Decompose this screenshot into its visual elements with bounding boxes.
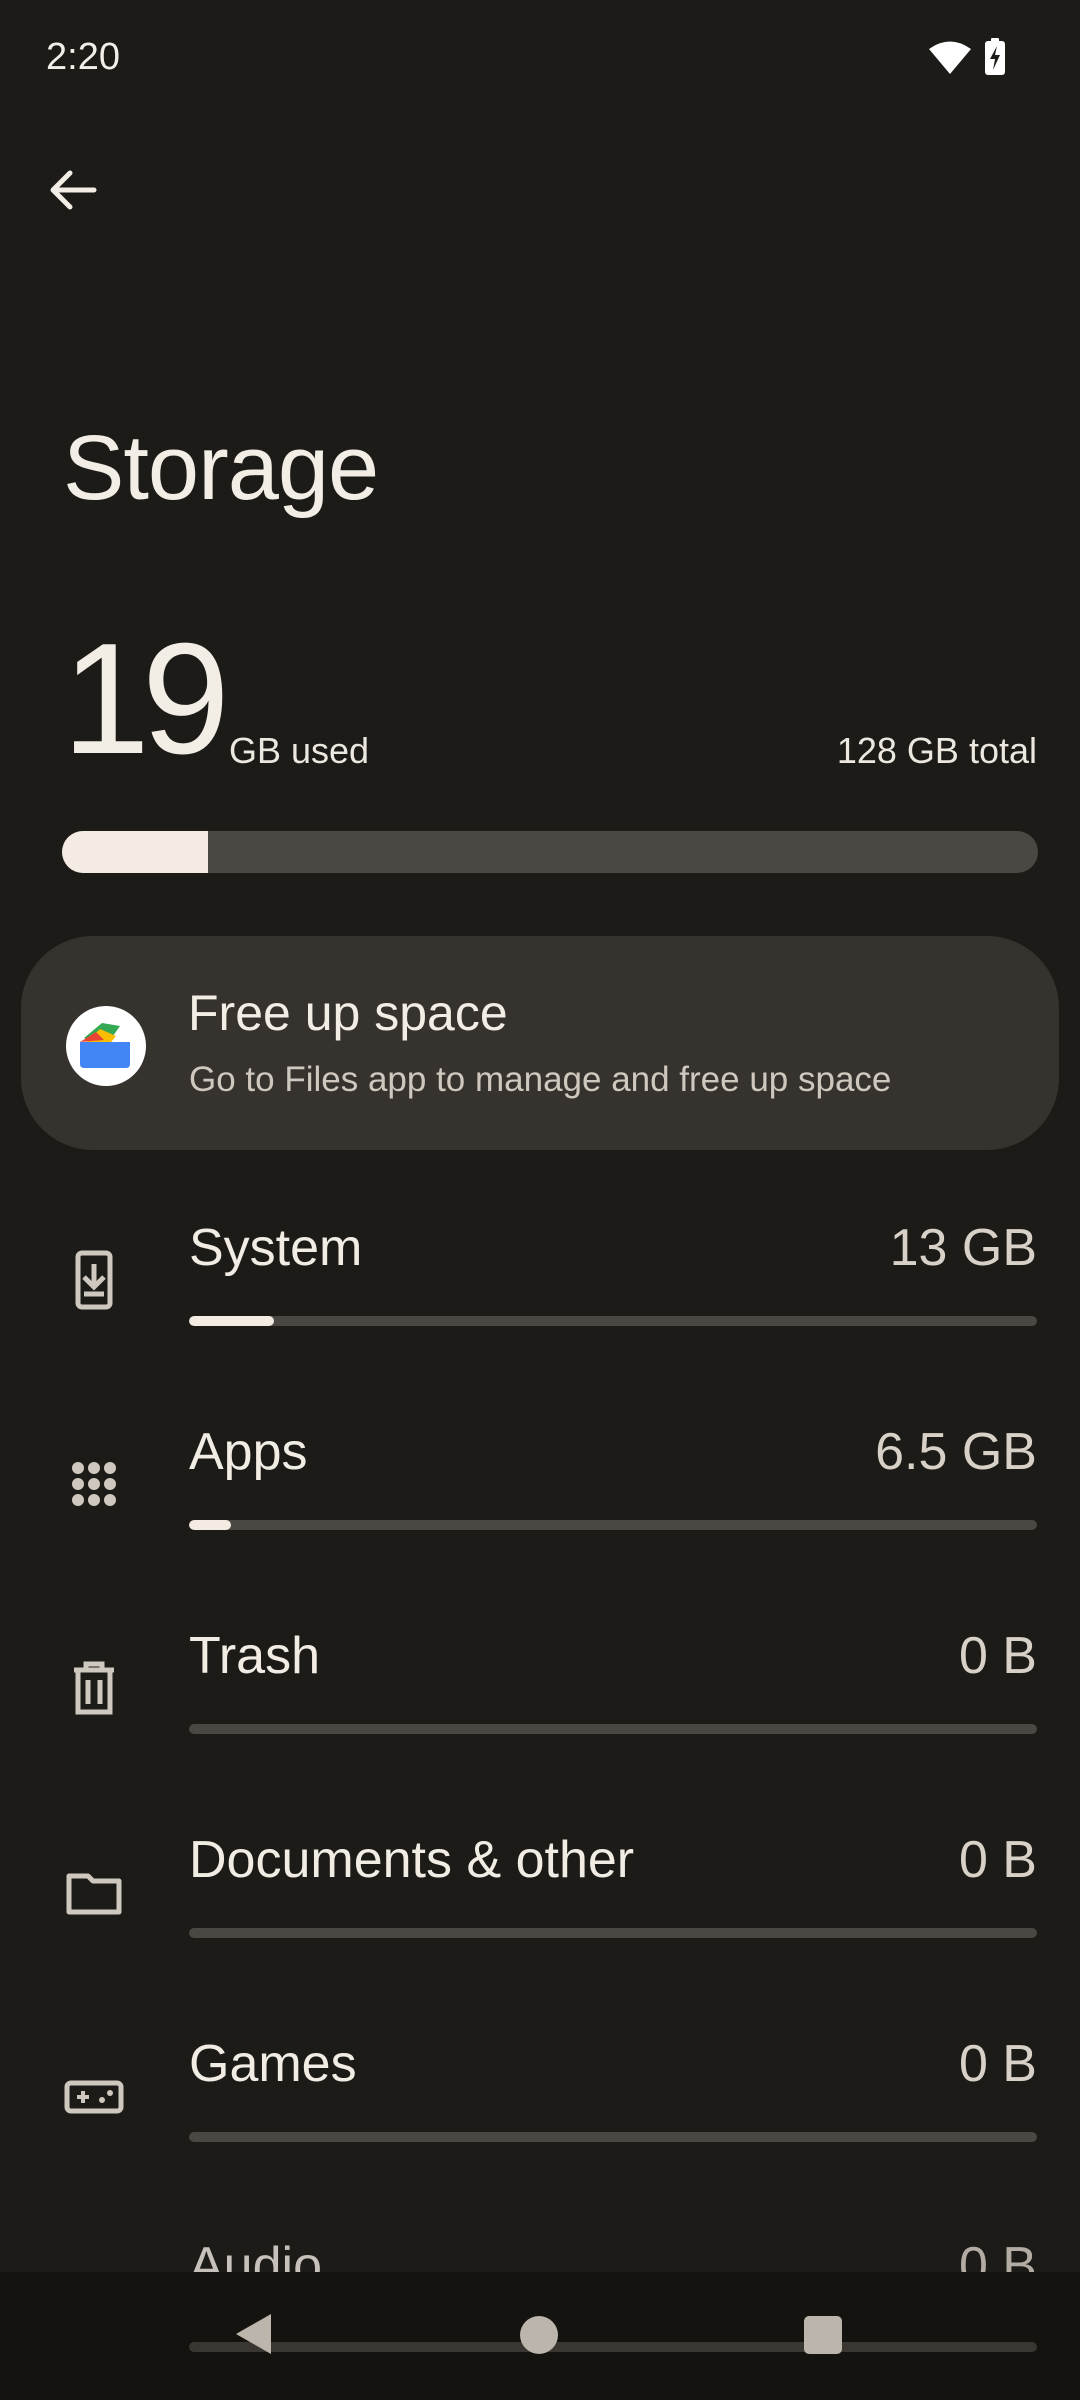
category-label: Trash xyxy=(189,1627,320,1685)
gamepad-icon xyxy=(64,2080,124,2114)
category-label: System xyxy=(189,1219,363,1277)
status-bar: 2:20 xyxy=(0,0,1080,120)
nav-home-icon[interactable] xyxy=(520,2316,558,2354)
back-arrow-icon[interactable] xyxy=(44,162,100,218)
page-title: Storage xyxy=(63,417,379,519)
trash-icon xyxy=(74,1661,114,1715)
category-usage-fill xyxy=(189,1520,232,1530)
storage-usage-fill xyxy=(62,831,209,873)
category-value: 13 GB xyxy=(889,1219,1037,1277)
free-up-space-subtitle: Go to Files app to manage and free up sp… xyxy=(189,1060,892,1099)
category-value: 0 B xyxy=(958,2035,1037,2093)
wifi-icon xyxy=(929,41,971,74)
category-usage-bar xyxy=(189,2132,1037,2142)
system-update-icon xyxy=(75,1250,113,1310)
category-row-apps[interactable]: Apps 6.5 GB xyxy=(0,1422,1080,1626)
nav-recents-icon[interactable] xyxy=(804,2316,842,2354)
category-usage-fill xyxy=(189,1316,274,1326)
battery-charging-icon xyxy=(985,38,1005,75)
nav-back-icon[interactable] xyxy=(233,2312,273,2356)
category-usage-bar xyxy=(189,1316,1037,1326)
used-storage-unit: GB used xyxy=(229,730,370,771)
files-app-icon xyxy=(66,1006,146,1086)
used-storage-value: 19 xyxy=(62,611,230,787)
category-row-trash[interactable]: Trash 0 B xyxy=(0,1626,1080,1830)
category-value: 0 B xyxy=(958,1627,1037,1685)
category-row-system[interactable]: System 13 GB xyxy=(0,1218,1080,1422)
folder-icon xyxy=(66,1873,122,1915)
category-label: Documents & other xyxy=(189,1831,635,1889)
category-label: Apps xyxy=(189,1423,308,1481)
navigation-bar xyxy=(0,2272,1080,2400)
category-label: Games xyxy=(189,2035,357,2093)
apps-grid-icon xyxy=(72,1462,116,1506)
category-usage-bar xyxy=(189,1520,1037,1530)
status-time: 2:20 xyxy=(46,36,120,78)
category-value: 0 B xyxy=(958,1831,1037,1889)
category-value: 6.5 GB xyxy=(875,1423,1037,1481)
total-storage: 128 GB total xyxy=(836,730,1037,771)
storage-usage-bar xyxy=(62,831,1038,873)
category-usage-bar xyxy=(189,1928,1037,1938)
free-up-space-title: Free up space xyxy=(188,985,508,1041)
category-row-games[interactable]: Games 0 B xyxy=(0,2034,1080,2238)
free-up-space-card[interactable]: Free up space Go to Files app to manage … xyxy=(21,936,1059,1150)
category-usage-bar xyxy=(189,1724,1037,1734)
category-row-documents[interactable]: Documents & other 0 B xyxy=(0,1830,1080,2034)
audio-usage-bar xyxy=(189,2342,1037,2352)
